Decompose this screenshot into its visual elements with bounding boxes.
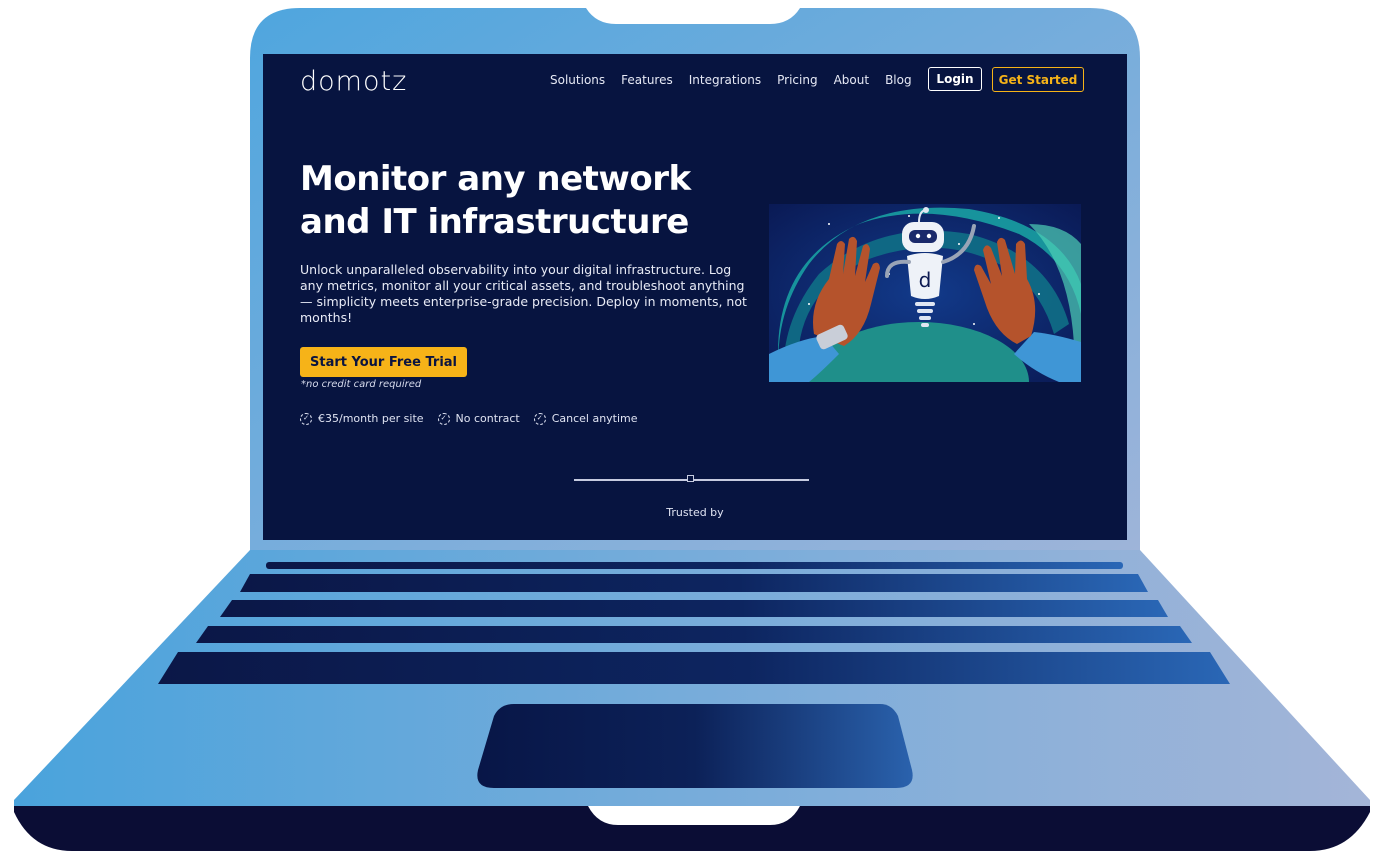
perk-label: Cancel anytime	[551, 412, 638, 425]
check-circle-icon: ✓	[533, 412, 546, 425]
perk-label: No contract	[455, 412, 520, 425]
start-free-trial-button[interactable]: Start Your Free Trial	[300, 347, 467, 377]
login-button[interactable]: Login	[928, 67, 982, 91]
hero-headline: Monitor any network and IT infrastructur…	[300, 159, 691, 242]
browser-viewport: domotz Solutions Features Integrations P…	[263, 54, 1127, 540]
nav-item-integrations[interactable]: Integrations	[689, 73, 761, 87]
perk-cancel-anytime: ✓ Cancel anytime	[533, 412, 638, 425]
check-circle-icon: ✓	[300, 412, 312, 425]
perk-price: ✓ €35/month per site	[300, 412, 424, 425]
perk-no-contract: ✓ No contract	[437, 412, 520, 425]
nav-item-blog[interactable]: Blog	[885, 73, 912, 87]
no-credit-card-note: *no credit card required	[301, 379, 422, 390]
perks-list: ✓ €35/month per site ✓ No contract ✓ Can…	[300, 412, 652, 425]
main-nav: Solutions Features Integrations Pricing …	[550, 73, 928, 87]
hero-description: Unlock unparalleled observability into y…	[300, 262, 747, 325]
carousel-indicator[interactable]	[687, 475, 694, 482]
robot-high-five-illustration: d	[769, 204, 1081, 382]
nav-item-features[interactable]: Features	[621, 73, 673, 87]
perk-label: €35/month per site	[318, 412, 424, 425]
nav-item-about[interactable]: About	[834, 73, 869, 87]
trusted-by-heading: Trusted by	[666, 506, 724, 519]
nav-item-pricing[interactable]: Pricing	[777, 73, 817, 87]
check-circle-icon: ✓	[437, 412, 450, 425]
get-started-button[interactable]: Get Started	[992, 67, 1084, 92]
svg-text:d: d	[919, 268, 932, 292]
domotz-logo[interactable]: domotz	[300, 66, 407, 97]
nav-item-solutions[interactable]: Solutions	[550, 73, 605, 87]
